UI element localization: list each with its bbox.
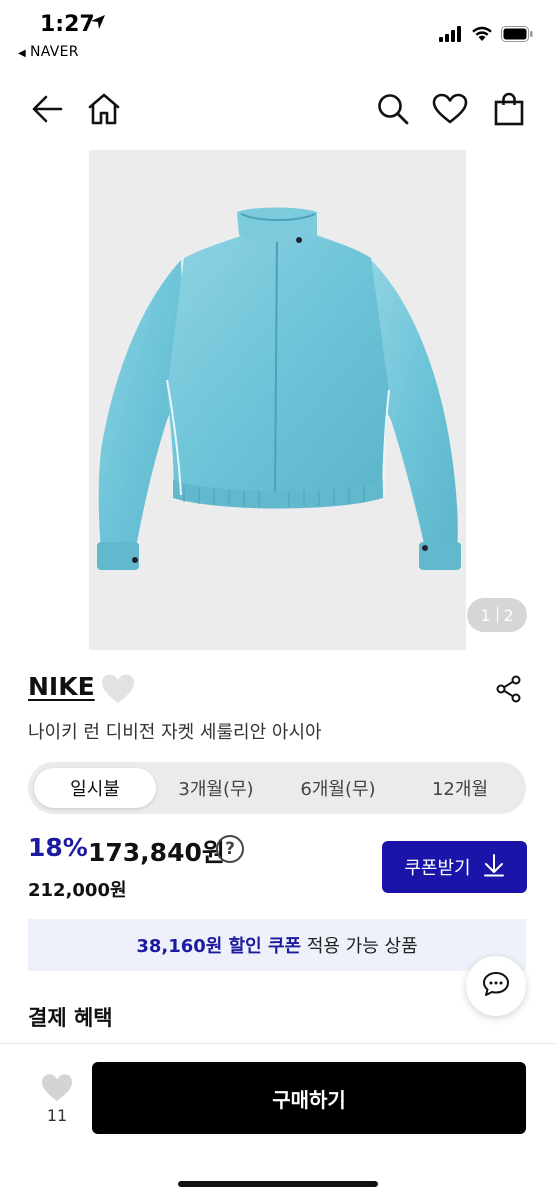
payment-benefits-title: 결제 혜택 [28,1006,113,1030]
brand-link[interactable]: NIKE [28,672,95,701]
image-counter: 1 2 [467,598,527,632]
back-arrow-icon[interactable] [28,90,66,128]
chat-bubble-icon [481,970,511,1002]
battery-icon [501,26,533,46]
sale-price: 173,840원 [88,838,225,867]
get-coupon-label: 쿠폰받기 [404,858,471,879]
coupon-banner[interactable]: 38,160원 할인 쿠폰 적용 가능 상품 [28,919,526,971]
jacket-illustration [97,207,461,570]
tab-3-months[interactable]: 3개월(무) [158,768,274,808]
back-triangle-icon: ◀ [18,48,26,59]
status-icons [439,26,533,46]
price-info-icon[interactable]: ? [216,835,244,863]
product-name: 나이키 런 디비전 자켓 세룰리안 아시아 [28,722,322,743]
like-heart-icon[interactable] [40,1072,74,1104]
image-counter-separator [496,607,498,623]
like-count: 11 [46,1106,68,1125]
get-coupon-button[interactable]: 쿠폰받기 [382,841,527,893]
heart-icon[interactable] [431,90,469,128]
status-time: 1:27 [40,12,95,37]
brand-heart-icon[interactable] [100,672,136,706]
tab-lump-sum[interactable]: 일시불 [34,768,156,808]
chat-button[interactable] [466,956,526,1016]
product-image[interactable] [89,150,466,650]
signal-icon [439,26,463,46]
share-icon[interactable] [494,674,524,704]
buy-button[interactable]: 구매하기 [92,1062,526,1134]
image-counter-current: 1 [480,605,491,625]
home-indicator [178,1181,378,1187]
back-app-label: NAVER [30,44,79,60]
original-price: 212,000원 [28,880,127,901]
tab-6-months[interactable]: 6개월(무) [278,768,398,808]
home-icon[interactable] [85,90,123,128]
shopping-bag-icon[interactable] [490,90,528,128]
discount-rate: 18% [28,833,88,862]
bottom-divider [0,1043,555,1044]
top-navigation [0,80,555,138]
coupon-banner-highlight: 38,160원 할인 쿠폰 [136,936,302,957]
installment-tabs: 일시불 3개월(무) 6개월(무) 12개월 [28,762,526,814]
location-arrow-icon [90,14,106,34]
back-to-app-link[interactable]: ◀ NAVER [18,44,79,60]
search-icon[interactable] [374,90,412,128]
coupon-banner-text: 적용 가능 상품 [301,936,418,957]
status-bar: 1:27 ◀ NAVER [0,0,555,70]
tab-12-months[interactable]: 12개월 [402,768,518,808]
image-counter-total: 2 [503,605,514,625]
download-arrow-icon [483,853,505,882]
wifi-icon [471,26,493,46]
